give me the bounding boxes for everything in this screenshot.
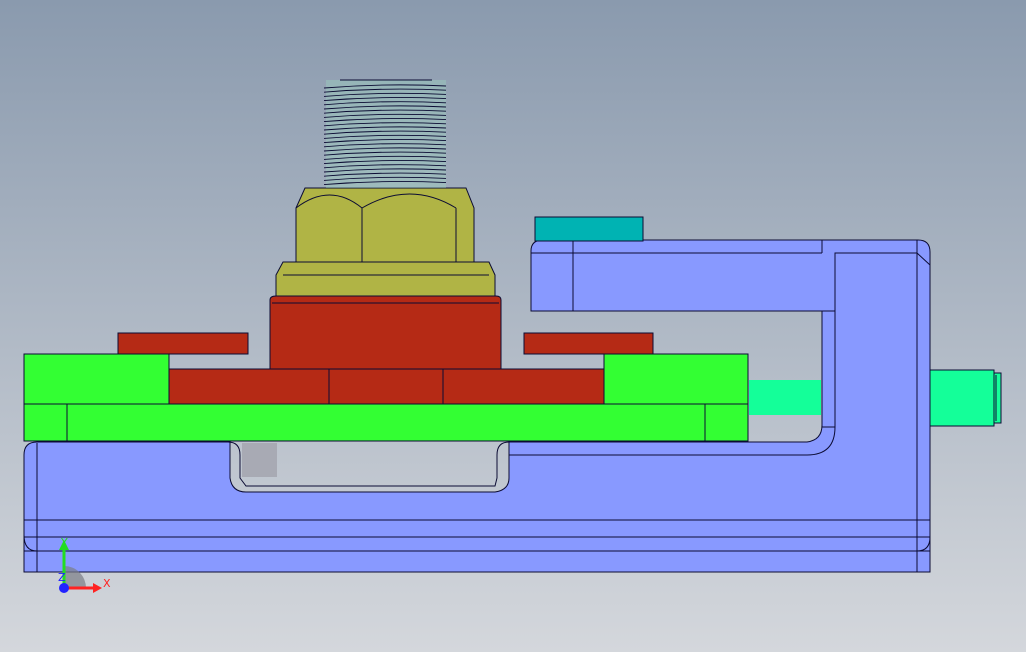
threaded-stud[interactable] [323,79,447,188]
cad-canvas[interactable]: X Y Z [0,0,1026,652]
y-axis-label: Y [60,536,68,549]
cad-viewport[interactable]: X Y Z [0,0,1026,652]
teal-tab[interactable] [534,216,644,242]
z-axis-dot [59,583,69,593]
hex-nut[interactable] [295,187,475,263]
nut-washer[interactable] [275,261,496,297]
groove-gap [242,443,277,477]
z-axis-label: Z [58,571,66,584]
x-axis-label: X [103,577,111,590]
